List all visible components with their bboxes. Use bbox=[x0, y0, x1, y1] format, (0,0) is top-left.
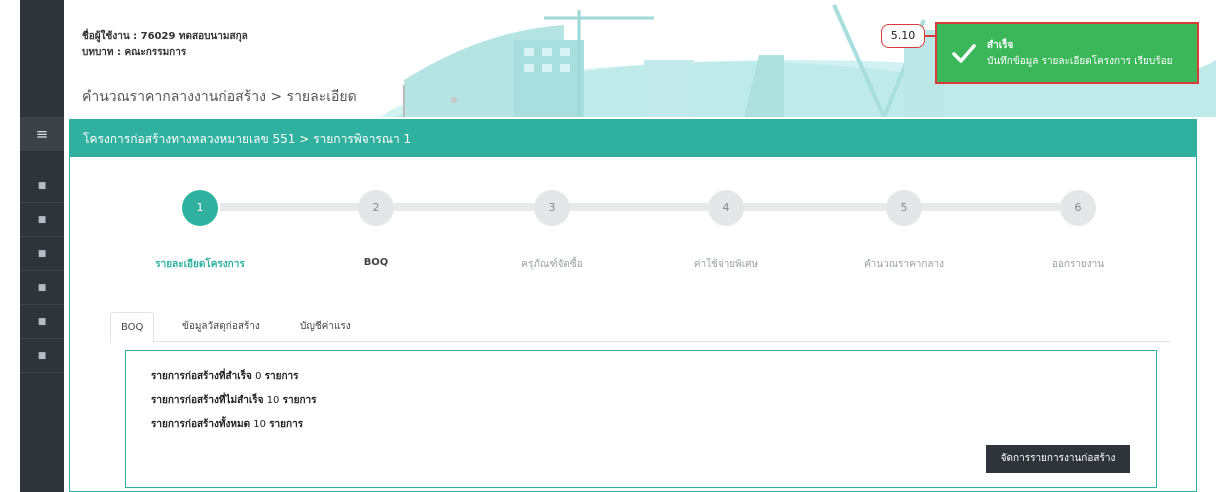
total-summary: รายการก่อสร้างทั้งหมด 10 รายการ bbox=[151, 417, 303, 432]
step-3-label[interactable]: ครุภัณฑ์จัดซื้อ bbox=[477, 257, 627, 272]
fail-label: รายการก่อสร้างที่ไม่สำเร็จ bbox=[151, 395, 264, 406]
success-toast[interactable]: สำเร็จ บันทึกข้อมูล รายละเอียดโครงการ เร… bbox=[935, 22, 1199, 84]
step-connector bbox=[548, 203, 708, 211]
grid-icon: ■ bbox=[37, 317, 47, 327]
manage-construction-items-button[interactable]: จัดการรายการงานก่อสร้าง bbox=[986, 445, 1130, 473]
total-count: 10 bbox=[253, 419, 266, 430]
step-connector bbox=[722, 203, 886, 211]
fail-summary: รายการก่อสร้างที่ไม่สำเร็จ 10 รายการ bbox=[151, 393, 317, 408]
sidebar-item-5[interactable]: ■ bbox=[20, 305, 64, 339]
card-header: โครงการก่อสร้างทางหลวงหมายเลข 551 > รายก… bbox=[70, 120, 1196, 157]
menu-toggle-icon[interactable]: ≡ bbox=[20, 117, 64, 151]
grid-icon: ■ bbox=[37, 249, 47, 259]
toast-title: สำเร็จ bbox=[987, 40, 1014, 51]
card-title: โครงการก่อสร้างทางหลวงหมายเลข 551 > รายก… bbox=[83, 132, 412, 146]
annotation-callout: 5.10 bbox=[881, 24, 925, 48]
step-2-circle[interactable]: 2 bbox=[358, 190, 394, 226]
step-6-circle[interactable]: 6 bbox=[1060, 190, 1096, 226]
step-5-label[interactable]: คำนวณราคากลาง bbox=[829, 257, 979, 272]
sidebar-item-4[interactable]: ■ bbox=[20, 271, 64, 305]
fail-count: 10 bbox=[266, 395, 280, 406]
tab-bar: BOQ ข้อมูลวัสดุก่อสร้าง บัญชีค่าแรง bbox=[110, 312, 1170, 343]
success-summary: รายการก่อสร้างที่สำเร็จ 0 รายการ bbox=[151, 369, 299, 384]
sidebar: ≡ ■ ■ ■ ■ ■ ■ bbox=[20, 0, 64, 492]
step-1-label[interactable]: รายละเอียดโครงการ bbox=[125, 257, 275, 272]
step-connector bbox=[900, 203, 1060, 211]
success-label: รายการก่อสร้างที่สำเร็จ bbox=[151, 371, 252, 382]
tab-boq[interactable]: BOQ bbox=[110, 312, 155, 343]
step-5-circle[interactable]: 5 bbox=[886, 190, 922, 226]
total-unit: รายการ bbox=[269, 419, 304, 430]
sidebar-item-3[interactable]: ■ bbox=[20, 237, 64, 271]
check-icon bbox=[952, 44, 976, 63]
sidebar-item-1[interactable]: ■ bbox=[20, 169, 64, 203]
boq-summary-panel: รายการก่อสร้างที่สำเร็จ 0 รายการ รายการก… bbox=[125, 350, 1157, 488]
username-label: ชื่อผู้ใช้งาน : 76029 ทดสอบนามสกุล bbox=[82, 31, 248, 42]
page-title: คำนวณราคากลางงานก่อสร้าง > รายละเอียด bbox=[82, 89, 357, 105]
success-unit: รายการ bbox=[264, 371, 299, 382]
step-1-circle[interactable]: 1 bbox=[182, 190, 218, 226]
grid-icon: ■ bbox=[37, 283, 47, 293]
step-2-label[interactable]: BOQ bbox=[301, 257, 451, 268]
project-card: โครงการก่อสร้างทางหลวงหมายเลข 551 > รายก… bbox=[69, 119, 1197, 492]
grid-icon: ■ bbox=[37, 351, 47, 361]
sidebar-item-2[interactable]: ■ bbox=[20, 203, 64, 237]
step-3-circle[interactable]: 3 bbox=[534, 190, 570, 226]
fail-unit: รายการ bbox=[282, 395, 317, 406]
tab-labor[interactable]: บัญชีค่าแรง bbox=[290, 312, 361, 343]
grid-icon: ■ bbox=[37, 181, 47, 191]
step-4-circle[interactable]: 4 bbox=[708, 190, 744, 226]
toast-message: บันทึกข้อมูล รายละเอียดโครงการ เรียบร้อย bbox=[987, 56, 1173, 67]
tab-materials[interactable]: ข้อมูลวัสดุก่อสร้าง bbox=[172, 312, 270, 343]
sidebar-item-6[interactable]: ■ bbox=[20, 339, 64, 373]
step-connector bbox=[394, 203, 534, 211]
total-label: รายการก่อสร้างทั้งหมด bbox=[151, 419, 251, 430]
step-connector bbox=[220, 203, 380, 211]
step-4-label[interactable]: ค่าใช้จ่ายพิเศษ bbox=[651, 257, 801, 272]
role-label: บทบาท : คณะกรรมการ bbox=[82, 47, 187, 58]
grid-icon: ■ bbox=[37, 215, 47, 225]
step-6-label[interactable]: ออกรายงาน bbox=[1003, 257, 1153, 272]
app-frame: ≡ ■ ■ ■ ■ ■ ■ ชื่อผู้ใช้งาน: 76029 ทดสอ… bbox=[0, 0, 1216, 492]
success-count: 0 bbox=[255, 371, 262, 382]
